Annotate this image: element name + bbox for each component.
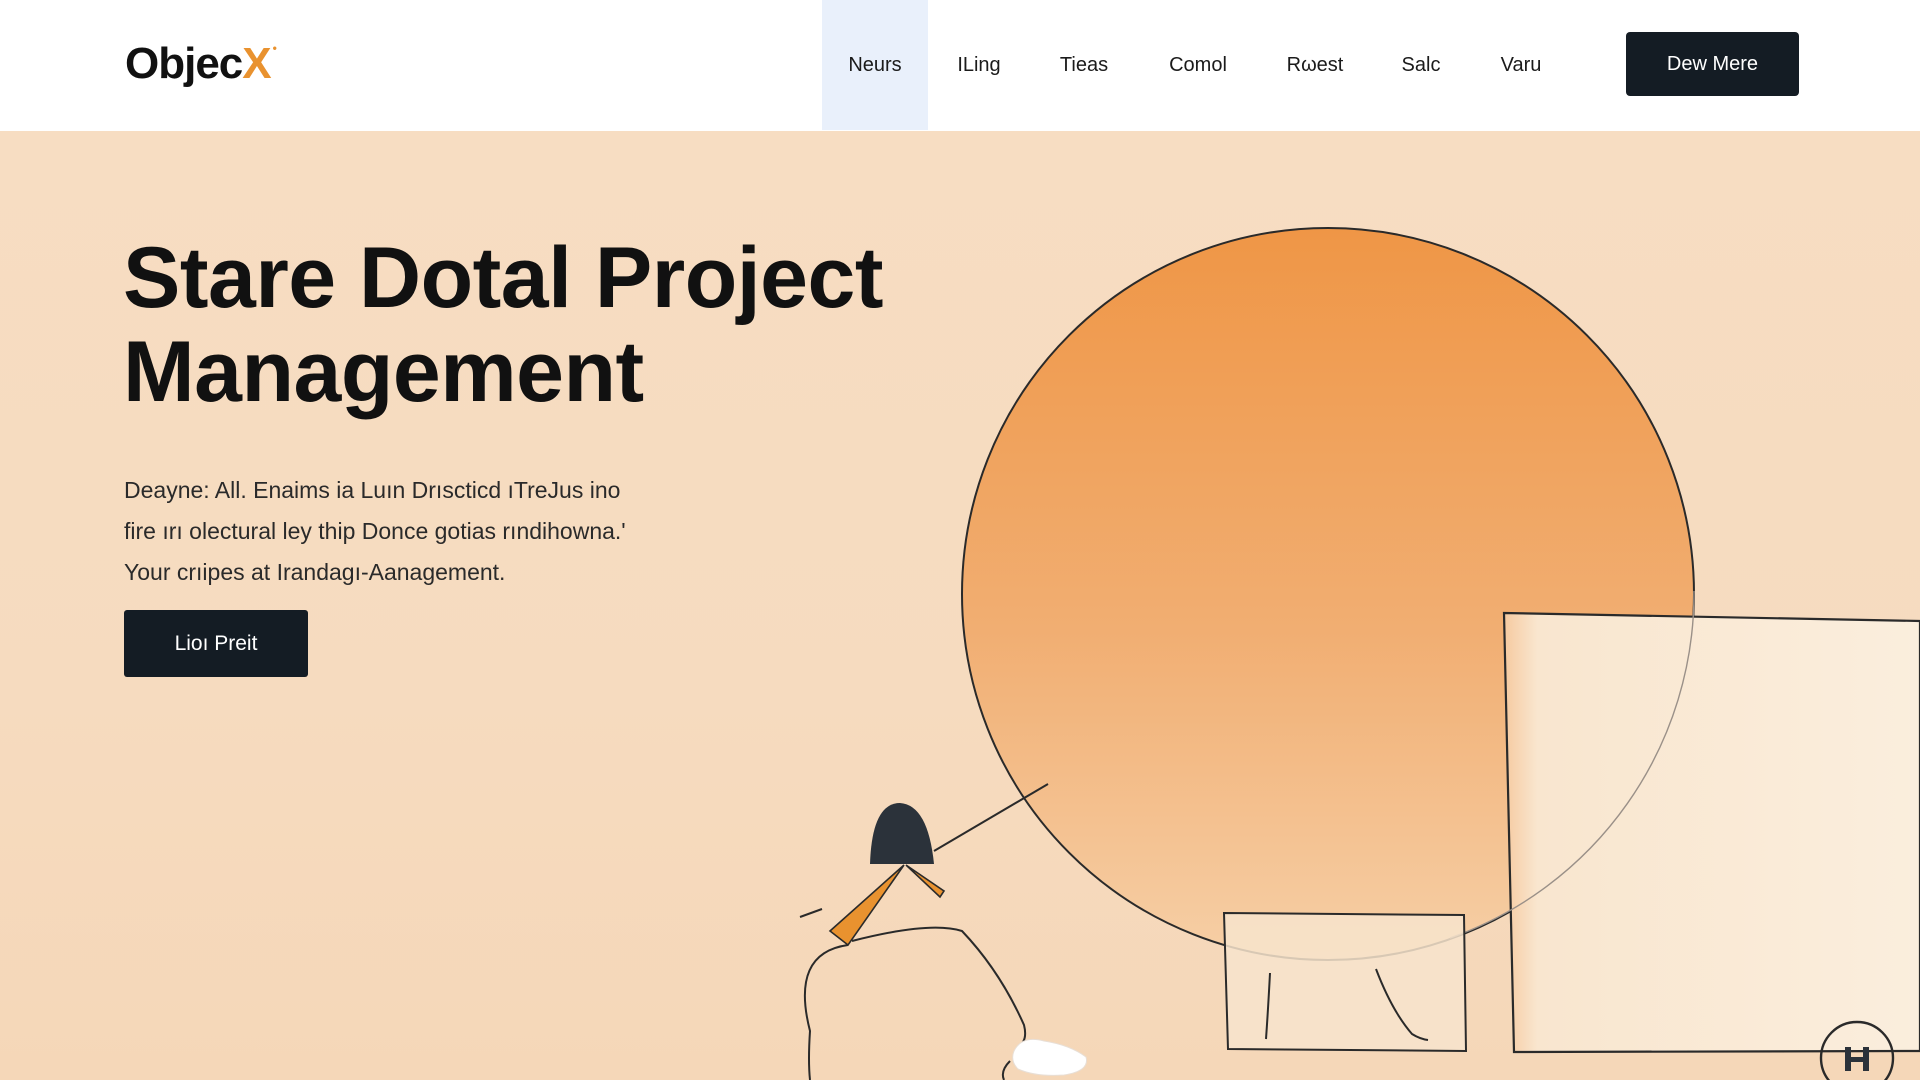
hero-title-line-1: Stare Dotal Project xyxy=(123,230,883,326)
paper-panel-shape xyxy=(1502,611,1920,1054)
logo-text: Objec xyxy=(125,39,243,88)
nav-item-neurs[interactable]: Neurs xyxy=(822,0,928,130)
figure-foot-hook xyxy=(1001,1060,1011,1080)
hero-description-line-3: Your crıipes at Irandagı-Aanagement. xyxy=(124,559,506,585)
nav-item-tieas[interactable]: Tieas xyxy=(1030,0,1138,130)
hero-cta-button[interactable]: Lioı Preit xyxy=(124,610,308,677)
hero-title-line-2: Management xyxy=(123,324,644,420)
lamp-arm-line xyxy=(933,783,1049,852)
nav-item-salc[interactable]: Salc xyxy=(1372,0,1470,130)
site-header: Objec X • Neurs ILing Tieas Comol Rωest Sa… xyxy=(0,0,1920,132)
figure-body-line xyxy=(803,944,849,1080)
nav-item-rwest[interactable]: Rωest xyxy=(1258,0,1372,130)
hero-description: Deayne: All. Enaims ia Luın Drıscticd ıT… xyxy=(124,470,764,593)
hero-description-line-1: Deayne: All. Enaims ia Luın Drıscticd ıT… xyxy=(124,477,621,503)
hero-section: Stare Dotal Project Management Deayne: A… xyxy=(0,131,1920,1080)
lamp-head-shape xyxy=(870,803,934,864)
lamp-beam-right xyxy=(905,864,946,899)
nav-item-varu[interactable]: Varu xyxy=(1470,0,1572,130)
logo-mark-icon: • xyxy=(272,41,277,55)
lamp-tick-line xyxy=(799,908,823,918)
hero-description-line-2: fire ırı olectural ley thip Donce gotias… xyxy=(124,518,626,544)
nav-item-iling[interactable]: ILing xyxy=(928,0,1030,130)
main-nav: Neurs ILing Tieas Comol Rωest Salc Varu xyxy=(822,0,1572,130)
figure-arm-line xyxy=(851,926,1027,1048)
header-cta-button[interactable]: Dew Mere xyxy=(1626,32,1799,96)
landing-page: Objec X • Neurs ILing Tieas Comol Rωest Sa… xyxy=(0,0,1920,1080)
figure-foot-shape xyxy=(1012,1038,1088,1076)
nav-item-comol[interactable]: Comol xyxy=(1138,0,1258,130)
logo[interactable]: Objec X • xyxy=(125,34,277,94)
small-box-shape xyxy=(1222,911,1468,1053)
hero-title: Stare Dotal Project Management xyxy=(123,231,883,419)
logo-accent: X xyxy=(242,39,271,88)
